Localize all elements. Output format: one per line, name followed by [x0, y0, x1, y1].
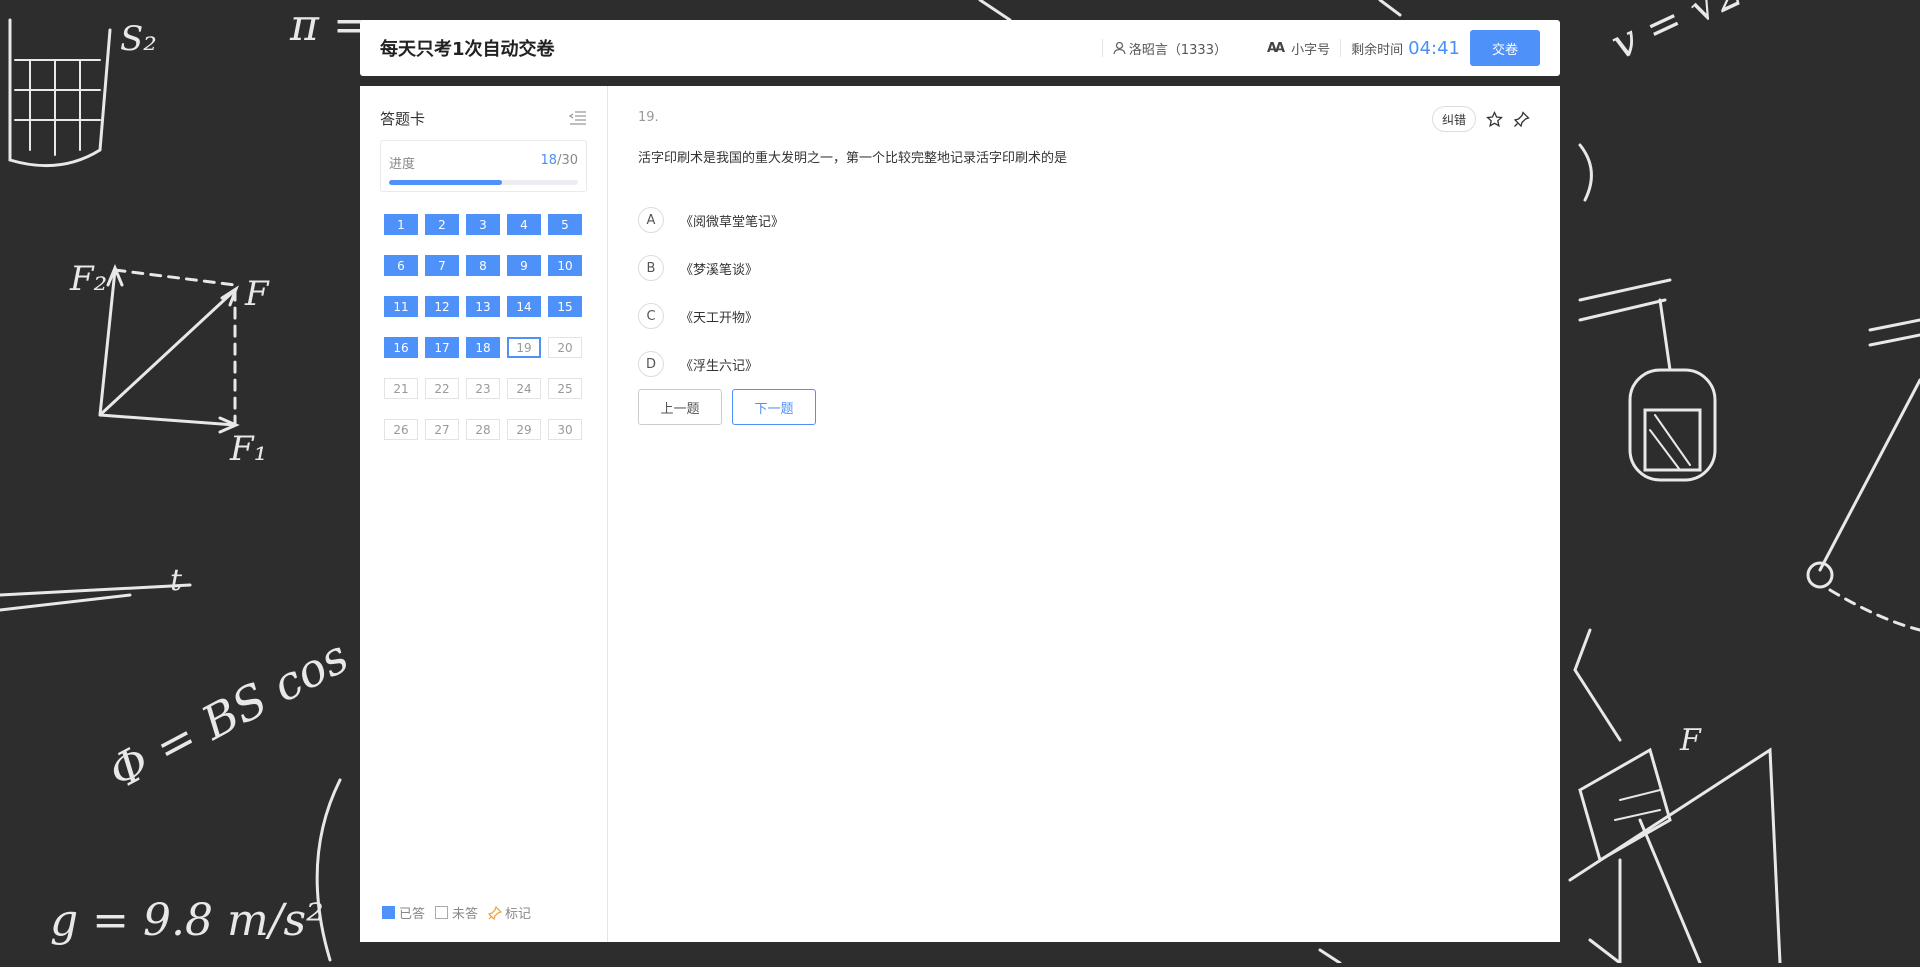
option-text: 《阅微草堂笔记》	[680, 214, 785, 230]
exam-main-panel: 答题卡 进度 18/30 1 2 3 4 5 6 7 8 9 10 11 12 13 14 15 16 17 18…	[360, 86, 1560, 942]
option-letter: D	[638, 351, 664, 377]
question-area: 19. 纠错 活字印刷术是我国的重大发明之一，第一个比较完整地记录活字印刷术的是…	[608, 86, 1560, 942]
question-cell[interactable]: 28	[466, 419, 500, 440]
answer-option[interactable]: B 《梦溪笔谈》	[638, 254, 1530, 282]
legend-unanswered: 未答	[452, 907, 479, 922]
submit-exam-button[interactable]: 交卷	[1470, 30, 1540, 66]
question-cell[interactable]: 9	[507, 255, 541, 276]
collapse-menu-icon[interactable]	[569, 111, 587, 125]
question-number: 19.	[638, 110, 659, 125]
svg-text:S₂: S₂	[120, 19, 157, 59]
exam-title: 每天只考1次自动交卷	[380, 39, 555, 60]
question-cell[interactable]: 26	[384, 419, 418, 440]
question-cell[interactable]: 6	[384, 255, 418, 276]
progress-total: /30	[557, 153, 578, 168]
star-icon[interactable]	[1486, 110, 1503, 128]
question-cell[interactable]: 17	[425, 337, 459, 358]
question-cell[interactable]: 7	[425, 255, 459, 276]
legend-answered: 已答	[399, 907, 426, 922]
question-cell[interactable]: 3	[466, 214, 500, 235]
header-divider	[1340, 39, 1342, 57]
svg-text:F₁: F₁	[229, 429, 267, 469]
svg-text:v = √2: v = √2	[1604, 0, 1751, 69]
progress-box: 进度 18/30	[380, 140, 587, 192]
progress-answered: 18	[540, 153, 558, 168]
answer-sheet-header: 答题卡	[380, 106, 587, 130]
svg-text:π =: π =	[289, 0, 370, 51]
question-tools: 纠错	[1431, 106, 1530, 132]
user-icon	[1113, 41, 1126, 55]
progress-bar	[389, 180, 578, 185]
question-cell[interactable]: 1	[384, 214, 418, 235]
option-text: 《天工开物》	[680, 310, 759, 326]
svg-text:Φ = BS cos α: Φ = BS cos α	[100, 607, 397, 799]
question-cell[interactable]: 13	[466, 296, 500, 317]
question-cell[interactable]: 14	[507, 296, 541, 317]
question-cell[interactable]: 2	[425, 214, 459, 235]
progress-count: 18/30	[541, 153, 578, 172]
question-cell[interactable]: 30	[548, 419, 582, 440]
header-right: 洛昭言（1333） AA 小字号 剩余时间 04:41 交卷	[1092, 20, 1540, 76]
question-cell[interactable]: 20	[548, 337, 582, 358]
progress-bar-fill	[389, 180, 503, 185]
next-question-button[interactable]: 下一题	[732, 389, 816, 425]
answer-sheet-legend: 已答 未答 标记	[382, 903, 541, 922]
question-nav: 上一题 下一题	[638, 389, 1530, 425]
header-divider	[1101, 39, 1103, 57]
svg-text:F₂: F₂	[69, 259, 107, 299]
question-text: 活字印刷术是我国的重大发明之一，第一个比较完整地记录活字印刷术的是	[638, 151, 1068, 166]
svg-text:g = 9.8 m/s²: g = 9.8 m/s²	[50, 895, 324, 946]
unanswered-swatch	[435, 906, 449, 919]
question-cell[interactable]: 23	[466, 378, 500, 399]
svg-text:t: t	[170, 563, 183, 598]
option-letter: C	[638, 303, 664, 329]
answer-sheet: 答题卡 进度 18/30 1 2 3 4 5 6 7 8 9 10 11 12 13 14 15 16 17 18…	[360, 86, 608, 942]
question-grid: 1 2 3 4 5 6 7 8 9 10 11 12 13 14 15 16 17 18 19 20 21 22 23 24 2…	[380, 214, 587, 440]
font-size-toggle[interactable]: AA 小字号	[1267, 39, 1330, 58]
question-cell[interactable]: 12	[425, 296, 459, 317]
report-error-button[interactable]: 纠错	[1431, 106, 1476, 132]
user-name: 洛昭言（1333）	[1128, 42, 1227, 58]
answer-option[interactable]: C 《天工开物》	[638, 302, 1530, 330]
timer-value: 04:41	[1408, 37, 1460, 59]
question-cell[interactable]: 24	[507, 378, 541, 399]
option-letter: A	[638, 207, 664, 233]
timer-label: 剩余时间	[1351, 42, 1404, 58]
question-cell[interactable]: 19	[507, 337, 541, 358]
user-info: 洛昭言（1333）	[1113, 39, 1227, 58]
answer-option[interactable]: D 《浮生六记》	[638, 350, 1530, 378]
prev-question-button[interactable]: 上一题	[638, 389, 722, 425]
question-cell[interactable]: 16	[384, 337, 418, 358]
option-letter: B	[638, 255, 664, 281]
question-cell[interactable]: 21	[384, 378, 418, 399]
progress-label: 进度	[389, 157, 416, 172]
question-cell[interactable]: 11	[384, 296, 418, 317]
answer-option[interactable]: A 《阅微草堂笔记》	[638, 206, 1530, 234]
question-cell[interactable]: 27	[425, 419, 459, 440]
exam-header: 每天只考1次自动交卷 洛昭言（1333） AA 小字号 剩余时间 04:41 交…	[360, 20, 1560, 76]
question-cell[interactable]: 5	[548, 214, 582, 235]
font-size-label: 小字号	[1291, 42, 1331, 58]
answer-options: A 《阅微草堂笔记》 B 《梦溪笔谈》 C 《天工开物》 D 《浮生六记》	[638, 206, 1530, 378]
question-cell[interactable]: 4	[507, 214, 541, 235]
question-cell[interactable]: 29	[507, 419, 541, 440]
question-cell[interactable]: 8	[466, 255, 500, 276]
question-cell[interactable]: 22	[425, 378, 459, 399]
answer-sheet-title: 答题卡	[380, 109, 426, 128]
question-cell[interactable]: 18	[466, 337, 500, 358]
svg-text:F: F	[244, 274, 270, 314]
option-text: 《浮生六记》	[680, 358, 759, 374]
answered-swatch	[382, 906, 395, 919]
question-cell[interactable]: 15	[548, 296, 582, 317]
legend-marked: 标记	[505, 907, 532, 922]
question-cell[interactable]: 10	[548, 255, 582, 276]
font-size-icon: AA	[1266, 40, 1285, 56]
svg-text:F: F	[1679, 723, 1702, 758]
pin-icon[interactable]	[1513, 110, 1530, 128]
pin-icon	[488, 905, 503, 920]
option-text: 《梦溪笔谈》	[680, 262, 759, 278]
question-cell[interactable]: 25	[548, 378, 582, 399]
